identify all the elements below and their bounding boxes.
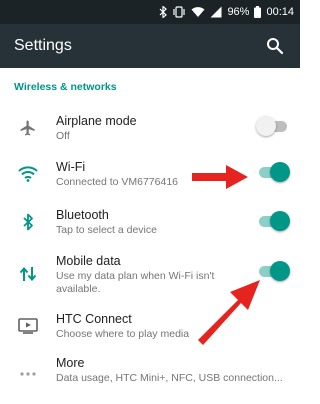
settings-item-airplane-mode[interactable]: Airplane mode Off <box>0 106 300 154</box>
search-icon[interactable] <box>264 35 286 57</box>
item-title: More <box>56 356 85 370</box>
item-title: Airplane mode <box>56 114 137 128</box>
toggle-thumb <box>256 116 276 136</box>
item-subtitle: Tap to select a device <box>56 224 157 236</box>
item-title: Mobile data <box>56 254 121 268</box>
status-bar: 96% 00:14 <box>0 0 300 24</box>
item-title: Bluetooth <box>56 208 109 222</box>
item-subtitle: Off <box>56 130 70 142</box>
annotation-arrow-mobile-data <box>198 280 260 345</box>
airplane-mode-toggle[interactable] <box>256 116 290 136</box>
section-header-wireless: Wireless & networks <box>14 81 117 93</box>
clock: 00:14 <box>266 6 294 18</box>
mobile-data-icon <box>16 262 40 286</box>
toggle-thumb <box>270 261 290 281</box>
toggle-thumb <box>270 211 290 231</box>
battery-percent: 96% <box>227 6 250 18</box>
wifi-icon <box>191 6 205 18</box>
app-bar: Settings <box>0 24 300 68</box>
annotation-arrow-wifi <box>192 165 248 189</box>
bluetooth-icon <box>159 6 168 18</box>
cast-icon <box>16 314 40 338</box>
settings-item-wifi[interactable]: Wi-Fi Connected to VM6776416 <box>0 152 300 200</box>
wifi-icon <box>16 162 40 186</box>
airplane-icon <box>16 116 40 140</box>
settings-item-more[interactable]: More Data usage, HTC Mini+, NFC, USB con… <box>0 350 300 398</box>
battery-icon <box>254 6 262 18</box>
bluetooth-toggle[interactable] <box>256 211 290 231</box>
wifi-toggle[interactable] <box>256 162 290 182</box>
settings-item-bluetooth[interactable]: Bluetooth Tap to select a device <box>0 198 300 246</box>
vibrate-icon <box>172 6 186 18</box>
more-dots-icon <box>16 362 40 386</box>
toggle-thumb <box>270 162 290 182</box>
bluetooth-icon <box>16 210 40 234</box>
page-title: Settings <box>14 37 72 54</box>
item-subtitle: Data usage, HTC Mini+, NFC, USB connecti… <box>56 372 283 384</box>
signal-icon <box>210 6 222 18</box>
